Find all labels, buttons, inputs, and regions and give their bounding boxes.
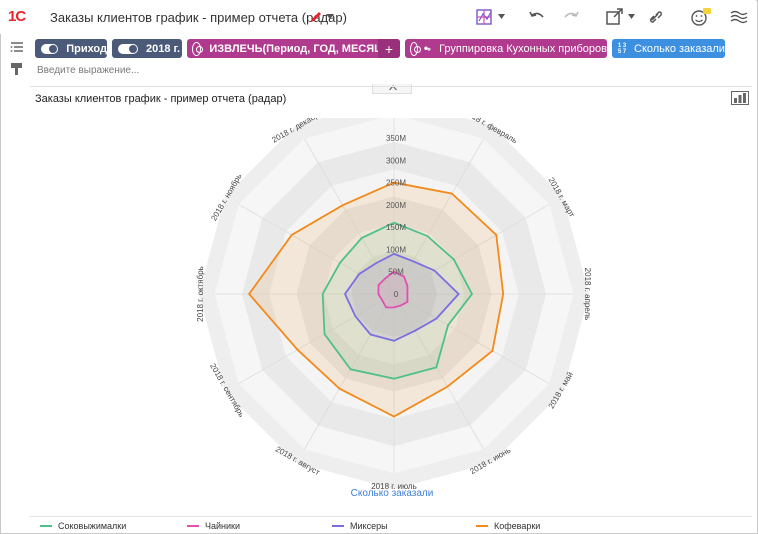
export-icon[interactable] xyxy=(604,7,626,27)
legend-item[interactable]: Кофеварки xyxy=(476,521,540,531)
radar-chart: 050M100M150M200M250M300M350M2018 г. янва… xyxy=(196,118,592,499)
brush-icon[interactable] xyxy=(10,62,24,76)
radial-tick-label: 50M xyxy=(388,268,404,277)
chart-filter-icon[interactable] xyxy=(474,7,496,27)
legend-item[interactable]: Соковыжималки xyxy=(40,521,126,531)
legend-swatch xyxy=(476,525,488,527)
undo-icon[interactable] xyxy=(526,7,548,27)
add-dimension-button[interactable]: + xyxy=(378,39,400,58)
link-icon[interactable] xyxy=(646,7,668,27)
radial-tick-label: 300M xyxy=(386,156,406,165)
dimension-chip-extract[interactable]: ИЗВЛЕЧЬ(Период, ГОД, МЕСЯЦ) + xyxy=(187,39,400,58)
measure-badge-icon: 1 3 5 7 xyxy=(617,42,627,55)
filter-chip-prihod[interactable]: Приход xyxy=(35,39,107,58)
chart-legend: Соковыжималки Чайники Миксеры Кофеварки xyxy=(30,516,752,532)
app-logo[interactable]: 1С xyxy=(8,8,38,26)
legend-label: Кофеварки xyxy=(494,521,541,531)
chart-title: Заказы клиентов график - пример отчета (… xyxy=(35,93,287,105)
smile-icon[interactable] xyxy=(690,7,712,27)
axis-label: Сколько заказали xyxy=(351,488,434,499)
category-label: 2018 г. апрель xyxy=(583,268,592,321)
export-caret-icon[interactable] xyxy=(628,14,635,19)
toggle-icon[interactable] xyxy=(41,43,59,54)
legend-swatch xyxy=(332,525,344,527)
dimension-icon xyxy=(192,41,204,56)
caret-down-icon[interactable] xyxy=(326,12,334,20)
radial-tick-label: 0 xyxy=(394,290,399,299)
group-icon xyxy=(424,46,431,51)
legend-label: Миксеры xyxy=(350,521,388,531)
legend-swatch xyxy=(187,525,199,527)
expression-input[interactable]: Введите выражение... xyxy=(37,65,139,76)
legend-item[interactable]: Миксеры xyxy=(332,521,388,531)
chart-type-icon[interactable] xyxy=(731,91,749,105)
legend-swatch xyxy=(40,525,52,527)
redo-icon[interactable] xyxy=(560,7,582,27)
radial-tick-label: 200M xyxy=(386,201,406,210)
top-bar: 1С Заказы клиентов график - пример отчет… xyxy=(0,0,756,34)
report-title: Заказы клиентов график - пример отчета (… xyxy=(50,10,347,25)
radial-tick-label: 150M xyxy=(386,223,406,232)
category-label: 2018 г. октябрь xyxy=(196,266,205,322)
dimension-icon xyxy=(410,41,422,56)
legend-item[interactable]: Чайники xyxy=(187,521,240,531)
legend-label: Чайники xyxy=(205,521,240,531)
chart-filter-caret-icon[interactable] xyxy=(498,14,505,19)
menu-waves-icon[interactable] xyxy=(728,7,750,27)
legend-label: Соковыжималки xyxy=(58,521,127,531)
measure-chip[interactable]: 1 3 5 7 Сколько заказали xyxy=(612,39,725,58)
toggle-icon[interactable] xyxy=(118,43,138,54)
radial-tick-label: 250M xyxy=(386,179,406,188)
pencil-icon[interactable] xyxy=(309,10,323,24)
filter-chip-year[interactable]: 2018 г. xyxy=(112,39,182,58)
list-icon[interactable] xyxy=(10,40,24,54)
radial-tick-label: 350M xyxy=(386,134,406,143)
dimension-chip-grouping[interactable]: Группировка Кухонных приборов xyxy=(405,39,607,58)
radial-tick-label: 100M xyxy=(386,245,406,254)
